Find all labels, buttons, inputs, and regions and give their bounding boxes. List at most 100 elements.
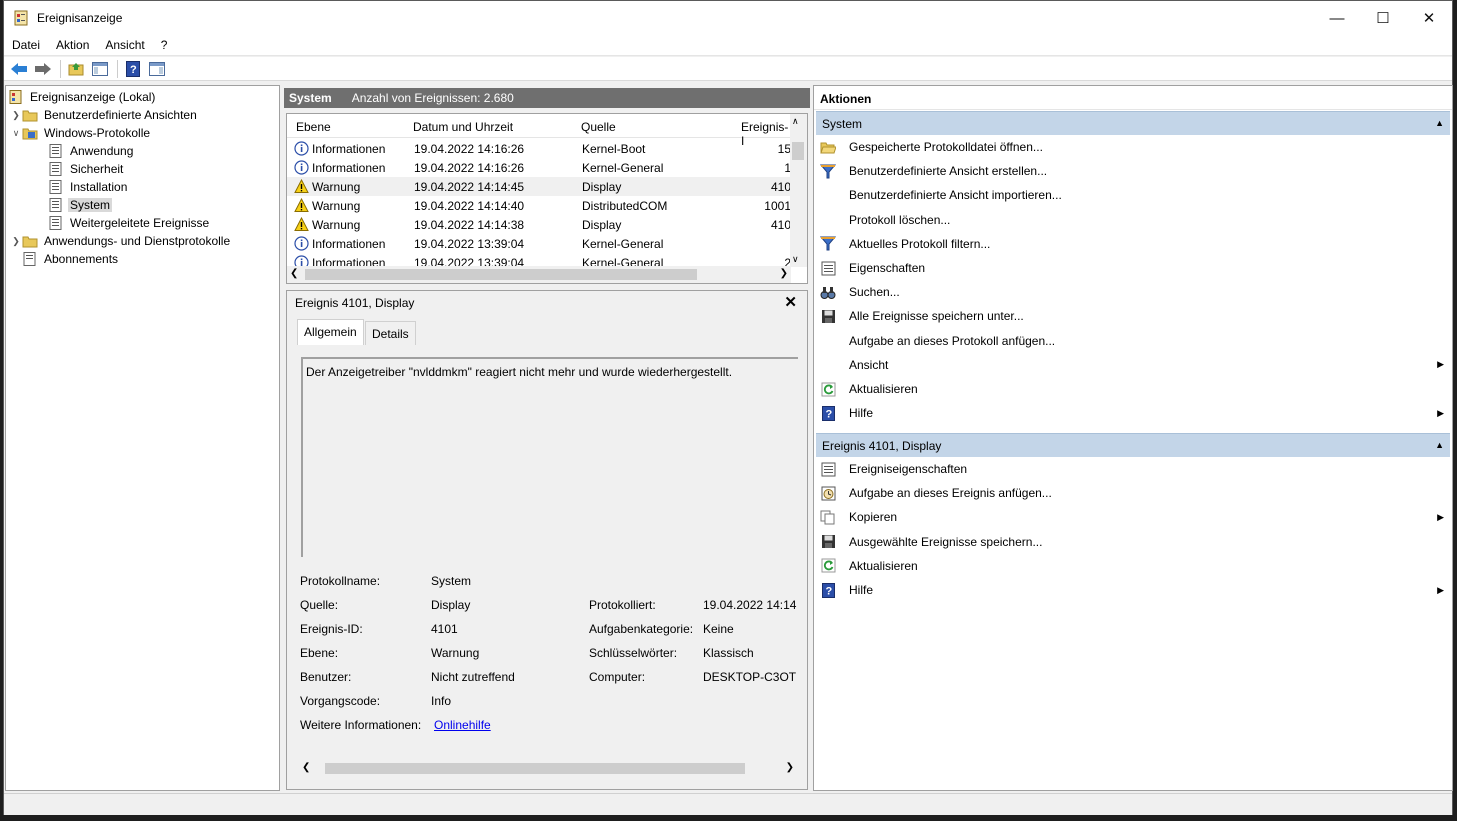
action-hilfe[interactable]: ? Hilfe ▶ — [820, 579, 1448, 601]
scroll-right-icon[interactable]: ❯ — [780, 268, 788, 279]
table-row[interactable]: Informationen 19.04.2022 14:16:26 Kernel-B… — [287, 139, 791, 158]
tree-subscriptions[interactable]: Abonnements — [22, 250, 120, 268]
tab-general[interactable]: Allgemein — [297, 319, 364, 345]
submenu-arrow-icon: ▶ — [1437, 511, 1444, 522]
maximize-button[interactable]: ☐ — [1360, 1, 1406, 35]
cell-date: 19.04.2022 14:14:38 — [414, 218, 525, 232]
blank-icon — [820, 212, 836, 228]
scroll-right-icon[interactable]: ❯ — [786, 762, 794, 773]
action-kopieren[interactable]: Kopieren ▶ — [820, 506, 1448, 528]
property-value: System — [431, 574, 472, 588]
svg-text:?: ? — [825, 585, 832, 597]
tab-details[interactable]: Details — [365, 321, 416, 345]
submenu-arrow-icon: ▶ — [1437, 407, 1444, 418]
toolbar: ? — [4, 57, 1452, 81]
action-aufgabe-an-dieses-protokoll-anfügen[interactable]: Aufgabe an dieses Protokoll anfügen... — [820, 330, 1448, 352]
collapse-icon[interactable]: ▲ — [1435, 118, 1444, 128]
close-detail-icon[interactable]: ✕ — [784, 293, 797, 311]
tree-app-service-logs[interactable]: ❯ Anwendungs- und Dienstprotokolle — [10, 232, 232, 250]
cell-level: Warnung — [312, 199, 361, 213]
online-help-link[interactable]: Onlinehilfe — [434, 718, 491, 732]
scroll-thumb[interactable] — [305, 269, 697, 280]
action-label: Kopieren — [849, 510, 898, 525]
minimize-button[interactable]: — — [1314, 1, 1360, 35]
action-gespeicherte-protokolldatei-öffnen[interactable]: Gespeicherte Protokolldatei öffnen... — [820, 136, 1448, 158]
property-value: 19.04.2022 14:14:4 — [703, 598, 797, 612]
column-level[interactable]: Ebene — [296, 120, 331, 134]
tree-custom-views[interactable]: ❯ Benutzerdefinierte Ansichten — [10, 106, 199, 124]
action-hilfe[interactable]: ? Hilfe ▶ — [820, 402, 1448, 424]
menu-help[interactable]: ? — [153, 38, 176, 52]
menu-view[interactable]: Ansicht — [97, 38, 152, 52]
properties-icon — [820, 260, 836, 276]
tree-log-setup[interactable]: Installation — [48, 178, 129, 196]
windows-logs-icon — [22, 125, 38, 141]
table-row[interactable]: Warnung 19.04.2022 14:14:38 Display 410 — [287, 215, 791, 234]
table-row[interactable]: Warnung 19.04.2022 14:14:45 Display 410 — [287, 177, 791, 196]
actions-section-event[interactable]: Ereignis 4101, Display ▲ — [816, 433, 1450, 457]
tree-log-forwarded[interactable]: Weitergeleitete Ereignisse — [48, 214, 211, 232]
scroll-left-icon[interactable]: ❮ — [302, 762, 310, 773]
action-aktualisieren[interactable]: Aktualisieren — [820, 378, 1448, 400]
action-label: Hilfe — [849, 583, 874, 597]
tree-log-system[interactable]: System — [48, 196, 113, 214]
expand-icon[interactable]: ❯ — [10, 236, 22, 247]
close-button[interactable]: ✕ — [1406, 1, 1452, 35]
menu-file[interactable]: Datei — [4, 38, 48, 52]
collapse-icon[interactable]: ∨ — [10, 128, 22, 139]
help-button[interactable]: ? — [122, 58, 144, 80]
action-aufgabe-an-dieses-ereignis-anfügen[interactable]: Aufgabe an dieses Ereignis anfügen... — [820, 482, 1448, 504]
detail-title: Ereignis 4101, Display — [295, 296, 415, 310]
up-folder-button[interactable] — [65, 58, 87, 80]
table-row[interactable]: Informationen 19.04.2022 13:39:04 Kernel-G… — [287, 234, 791, 253]
action-eigenschaften[interactable]: Eigenschaften — [820, 257, 1448, 279]
warning-icon — [294, 216, 309, 235]
scroll-thumb[interactable] — [325, 763, 745, 774]
detail-horizontal-scrollbar[interactable]: ❮ ❯ — [299, 760, 797, 777]
show-hide-tree-button[interactable] — [89, 58, 111, 80]
action-suchen[interactable]: Suchen... — [820, 281, 1448, 303]
action-protokoll-löschen[interactable]: Protokoll löschen... — [820, 209, 1448, 231]
scroll-down-icon[interactable]: ∨ — [792, 254, 799, 265]
action-ausgewählte-ereignisse-speichern[interactable]: Ausgewählte Ereignisse speichern... — [820, 531, 1448, 553]
status-bar — [4, 793, 1452, 815]
property-label: Quelle: — [300, 598, 339, 612]
action-benutzerdefinierte-ansicht-erstellen[interactable]: Benutzerdefinierte Ansicht erstellen... — [820, 160, 1448, 182]
event-list-vertical-scrollbar[interactable]: ∧ ∨ — [790, 114, 807, 267]
scroll-thumb[interactable] — [792, 142, 804, 160]
help-icon: ? — [820, 582, 836, 598]
help-icon: ? — [820, 405, 836, 421]
event-list-horizontal-scrollbar[interactable]: ❮ ❯ — [287, 266, 791, 283]
action-benutzerdefinierte-ansicht-importieren[interactable]: Benutzerdefinierte Ansicht importieren..… — [820, 184, 1448, 206]
section-title: Ereignis 4101, Display — [822, 439, 942, 453]
collapse-icon[interactable]: ▲ — [1435, 440, 1444, 450]
action-ereigniseigenschaften[interactable]: Ereigniseigenschaften — [820, 458, 1448, 480]
actions-section-system[interactable]: System ▲ — [816, 111, 1450, 135]
title-bar: Ereignisanzeige — ☐ ✕ — [4, 1, 1452, 35]
cell-source: Display — [582, 180, 622, 194]
table-row[interactable]: Informationen 19.04.2022 14:16:26 Kernel-G… — [287, 158, 791, 177]
property-label: Protokollname: — [300, 574, 381, 588]
expand-icon[interactable]: ❯ — [10, 110, 22, 121]
action-aktuelles-protokoll-filtern[interactable]: Aktuelles Protokoll filtern... — [820, 233, 1448, 255]
back-button[interactable] — [8, 58, 30, 80]
tree-windows-logs[interactable]: ∨ Windows-Protokolle — [10, 124, 152, 142]
menu-action[interactable]: Aktion — [48, 38, 97, 52]
tree-root[interactable]: Ereignisanzeige (Lokal) — [8, 88, 157, 106]
table-row[interactable]: Warnung 19.04.2022 14:14:40 DistributedCOM… — [287, 196, 791, 215]
action-alle-ereignisse-speichern-unter[interactable]: Alle Ereignisse speichern unter... — [820, 305, 1448, 327]
event-message-box[interactable]: Der Anzeigetreiber "nvlddmkm" reagiert n… — [301, 357, 798, 557]
column-date[interactable]: Datum und Uhrzeit — [413, 120, 513, 134]
tree-log-security[interactable]: Sicherheit — [48, 160, 125, 178]
action-aktualisieren[interactable]: Aktualisieren — [820, 555, 1448, 577]
column-source[interactable]: Quelle — [581, 120, 616, 134]
event-count: Anzahl von Ereignissen: 2.680 — [351, 91, 514, 105]
cell-event-id: 410 — [770, 218, 791, 232]
show-hide-action-pane-button[interactable] — [146, 58, 168, 80]
tree-log-application[interactable]: Anwendung — [48, 142, 135, 160]
scroll-up-icon[interactable]: ∧ — [792, 116, 799, 127]
property-value: Warnung — [431, 646, 480, 660]
action-ansicht[interactable]: Ansicht ▶ — [820, 354, 1448, 376]
forward-button[interactable] — [32, 58, 54, 80]
scroll-left-icon[interactable]: ❮ — [290, 268, 298, 279]
